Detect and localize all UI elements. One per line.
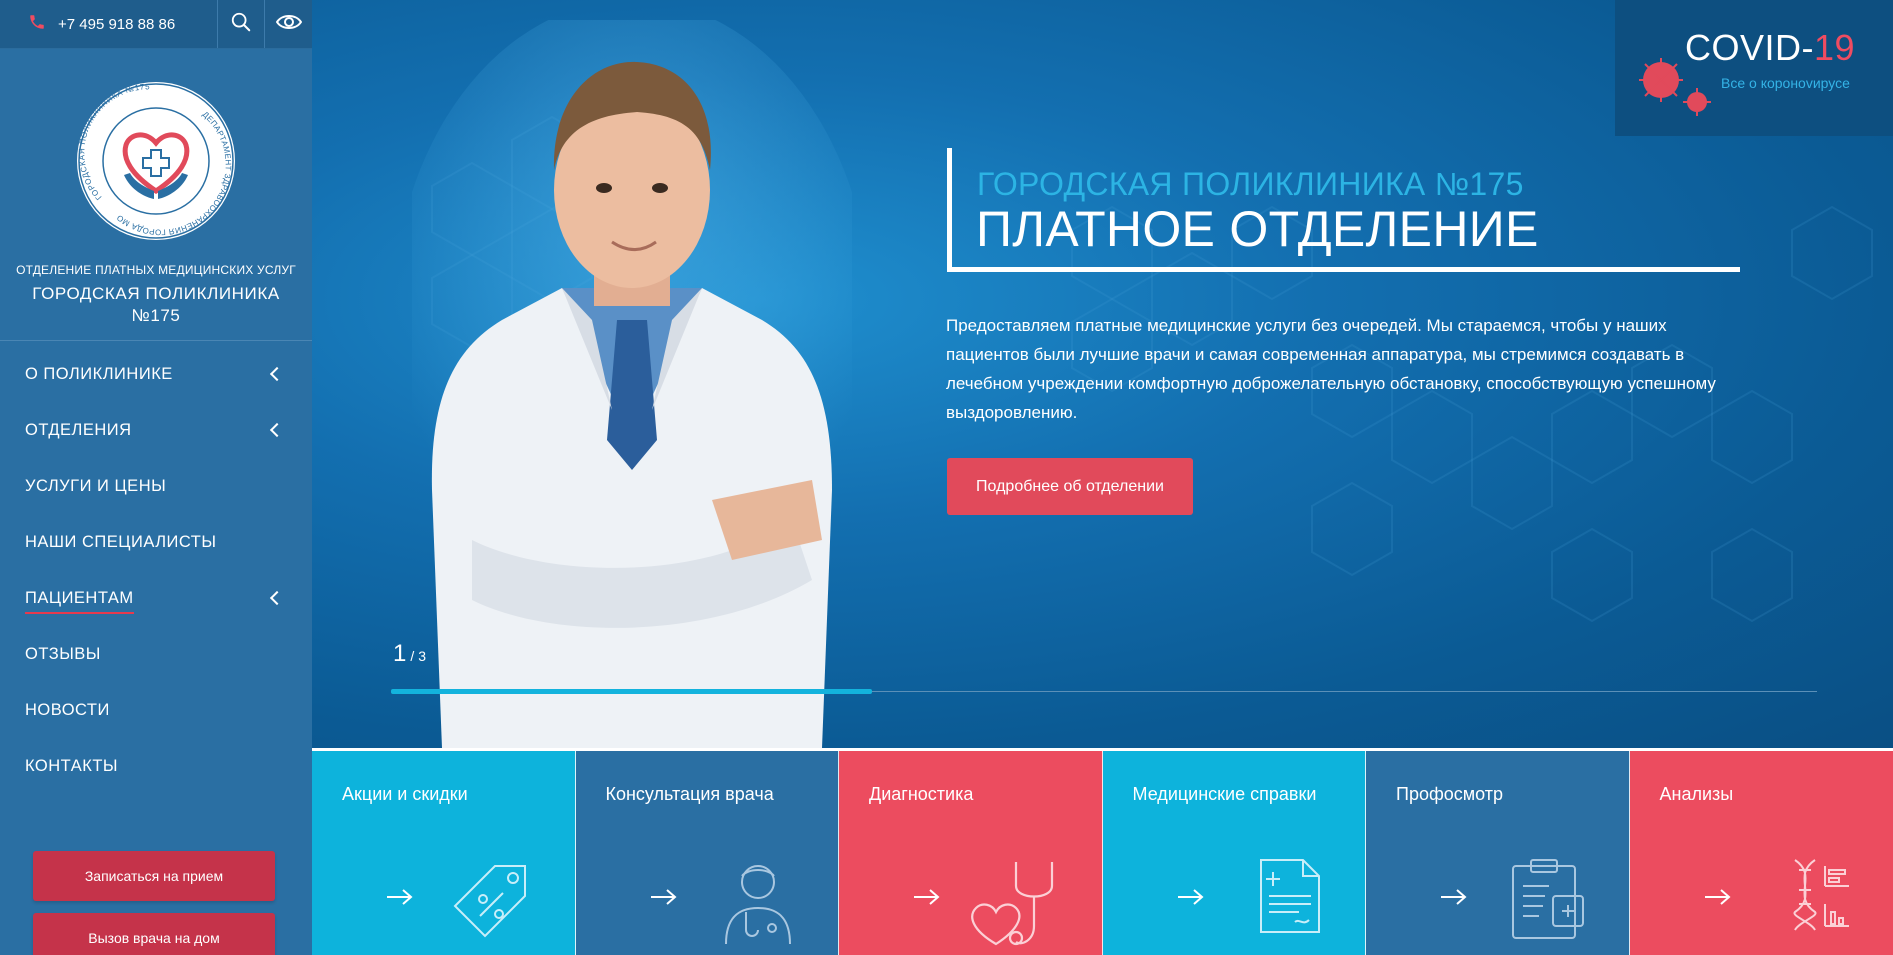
slide-total: 3 bbox=[418, 648, 427, 664]
tile-label: Медицинские справки bbox=[1132, 784, 1317, 804]
menu-item-label: КОНТАКТЫ bbox=[25, 756, 119, 775]
menu-item-label: НАШИ СПЕЦИАЛИСТЫ bbox=[25, 532, 217, 551]
slide-separator: / bbox=[410, 648, 415, 664]
covid-banner[interactable]: COVID-19 Все о коронovирусе bbox=[1615, 0, 1893, 136]
clinic-logo-block[interactable]: ГОРОДСКАЯ ПОЛИКЛИНИКА №175 ДЕПАРТАМЕНТ З… bbox=[0, 49, 312, 341]
hero-slider: COVID-19 Все о коронovирусе ГОРОДСКАЯ ПО… bbox=[312, 0, 1893, 748]
home-call-button[interactable]: Вызов врача на дом bbox=[33, 913, 275, 955]
arrow-right-icon bbox=[650, 889, 677, 905]
arrow-right-icon bbox=[1177, 889, 1204, 905]
menu-item-label: ПАЦИЕНТАМ bbox=[25, 588, 134, 614]
hero-subtitle: ГОРОДСКАЯ ПОЛИКЛИНИКА №175 bbox=[977, 166, 1524, 202]
phone-number: +7 495 918 88 86 bbox=[58, 15, 176, 33]
covid-title-number: 19 bbox=[1814, 27, 1856, 68]
main-nav: О ПОЛИКЛИНИКЕ ОТДЕЛЕНИЯ УСЛУГИ И ЦЕНЫ НА… bbox=[0, 341, 312, 794]
tile-label: Анализы bbox=[1659, 784, 1734, 804]
hero-title: ПЛАТНОЕ ОТДЕЛЕНИЕ bbox=[976, 201, 1539, 257]
logo-clinic-name: ГОРОДСКАЯ ПОЛИКЛИНИКА №175 bbox=[32, 284, 280, 325]
chevron-left-icon bbox=[269, 366, 285, 382]
doctor-photo bbox=[412, 20, 852, 748]
menu-item-label: УСЛУГИ И ЦЕНЫ bbox=[25, 476, 167, 495]
menu-item-services[interactable]: УСЛУГИ И ЦЕНЫ bbox=[0, 458, 312, 514]
menu-item-label: ОТЗЫВЫ bbox=[25, 644, 101, 663]
chevron-left-icon bbox=[269, 422, 285, 438]
slider-progress-fill bbox=[391, 689, 872, 694]
sidebar: +7 495 918 88 86 ГОРОДСКАЯ ПОЛИКЛИНИКА №… bbox=[0, 0, 312, 955]
phone-link[interactable]: +7 495 918 88 86 bbox=[0, 0, 218, 48]
medical-document-icon bbox=[1260, 859, 1320, 933]
chevron-left-icon bbox=[269, 590, 285, 606]
covid-subtitle: Все о коронovирусе bbox=[1721, 75, 1850, 91]
appointment-button[interactable]: Записаться на прием bbox=[33, 851, 275, 901]
logo-department-line: ОТДЕЛЕНИЕ ПЛАТНЫХ МЕДИЦИНСКИХ УСЛУГ bbox=[16, 263, 296, 277]
menu-item-label: НОВОСТИ bbox=[25, 700, 110, 719]
covid-title: COVID-19 bbox=[1685, 27, 1855, 69]
arrow-right-icon bbox=[1441, 889, 1467, 905]
search-button[interactable] bbox=[218, 0, 265, 48]
eye-icon bbox=[275, 13, 302, 36]
stethoscope-icon bbox=[970, 862, 1053, 946]
tile-discounts[interactable]: Акции и скидки bbox=[312, 751, 576, 955]
clipboard-icon bbox=[1511, 859, 1584, 939]
tile-label: Акции и скидки bbox=[342, 784, 468, 804]
tile-consultation[interactable]: Консультация врача bbox=[575, 751, 839, 955]
menu-item-label: О ПОЛИКЛИНИКЕ bbox=[25, 364, 173, 383]
tile-label: Профосмотр bbox=[1396, 784, 1504, 804]
tile-certificates[interactable]: Медицинские справки bbox=[1102, 751, 1366, 955]
tile-analyses[interactable]: Анализы bbox=[1629, 751, 1893, 955]
slide-current: 1 bbox=[393, 640, 407, 667]
slide-counter: 1/3 bbox=[393, 640, 426, 668]
menu-item-patients[interactable]: ПАЦИЕНТАМ bbox=[0, 570, 312, 626]
covid-title-text: COVID- bbox=[1685, 27, 1814, 68]
menu-item-specialists[interactable]: НАШИ СПЕЦИАЛИСТЫ bbox=[0, 514, 312, 570]
dna-analysis-icon bbox=[1793, 859, 1849, 931]
arrow-right-icon bbox=[387, 889, 413, 905]
tile-diagnostics[interactable]: Диагностика bbox=[839, 751, 1103, 955]
tile-checkup[interactable]: Профосмотр bbox=[1366, 751, 1630, 955]
doctor-icon bbox=[725, 865, 791, 945]
arrow-right-icon bbox=[1704, 889, 1731, 905]
hero-description: Предоставляем платные медицинские услуги… bbox=[946, 316, 1716, 422]
clinic-logo-emblem: ГОРОДСКАЯ ПОЛИКЛИНИКА №175 ДЕПАРТАМЕНТ З… bbox=[74, 79, 237, 242]
more-info-button[interactable]: Подробнее об отделении bbox=[947, 458, 1193, 515]
tile-label: Диагностика bbox=[869, 784, 974, 804]
top-contact-bar: +7 495 918 88 86 bbox=[0, 0, 312, 49]
discount-tag-icon bbox=[453, 865, 526, 938]
tile-label: Консультация врача bbox=[605, 784, 774, 804]
accessibility-button[interactable] bbox=[265, 0, 312, 48]
search-icon bbox=[230, 11, 252, 38]
phone-icon bbox=[28, 13, 46, 36]
menu-item-about[interactable]: О ПОЛИКЛИНИКЕ bbox=[0, 346, 312, 402]
menu-item-reviews[interactable]: ОТЗЫВЫ bbox=[0, 626, 312, 682]
arrow-right-icon bbox=[914, 889, 940, 905]
menu-item-label: ОТДЕЛЕНИЯ bbox=[25, 420, 132, 439]
menu-item-news[interactable]: НОВОСТИ bbox=[0, 682, 312, 738]
menu-item-contacts[interactable]: КОНТАКТЫ bbox=[0, 738, 312, 794]
service-tiles: Акции и скидки Консультация врача Диагно… bbox=[312, 748, 1893, 955]
menu-item-departments[interactable]: ОТДЕЛЕНИЯ bbox=[0, 402, 312, 458]
